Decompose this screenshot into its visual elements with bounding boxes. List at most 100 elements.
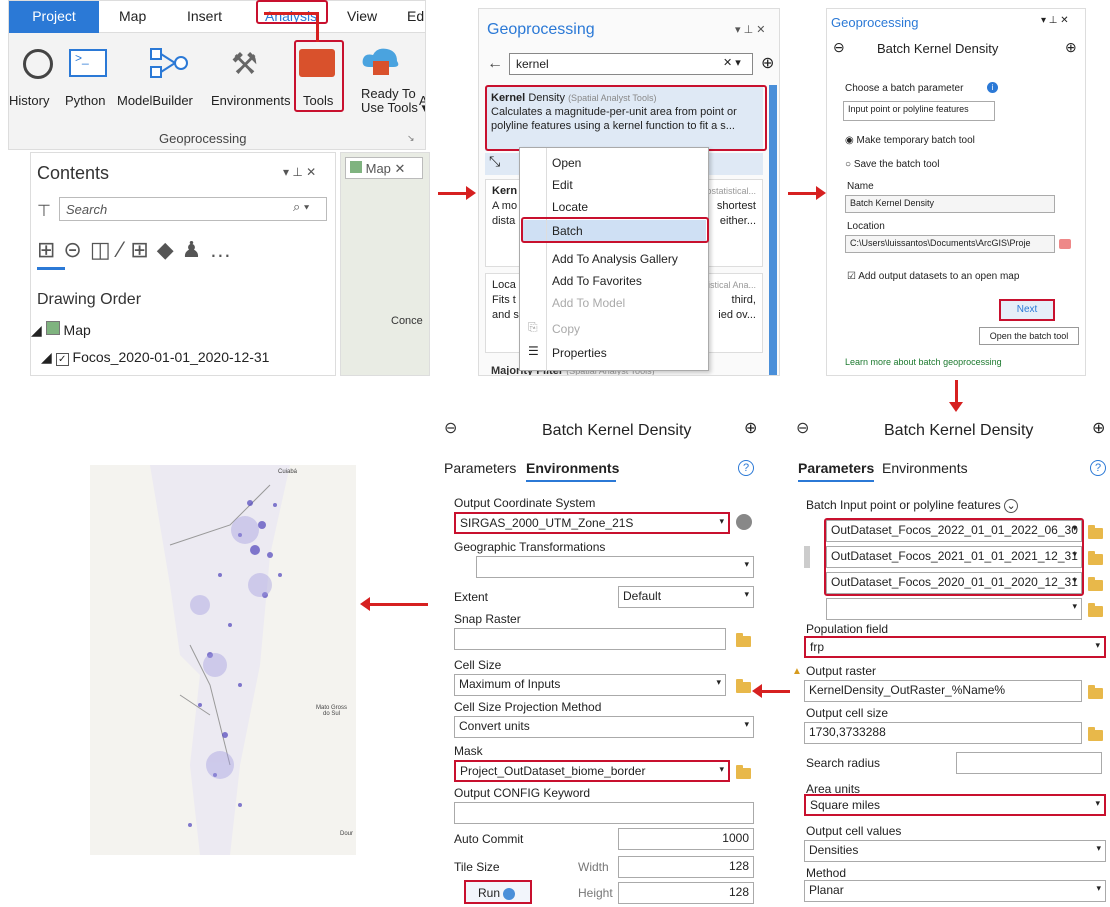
gt-select[interactable]: ▾ [476, 556, 754, 578]
search-input[interactable]: Search [59, 197, 327, 221]
make-temporary-radio[interactable]: ◉ Make temporary batch tool [845, 135, 975, 146]
back-icon[interactable]: ← [487, 55, 503, 73]
width-field[interactable]: 128 [618, 856, 754, 878]
menu-properties[interactable]: Properties [552, 346, 607, 360]
menu-open[interactable]: Open [552, 156, 581, 170]
menu-edit[interactable]: Edit [552, 178, 573, 192]
cell-size-folder-icon[interactable] [736, 679, 751, 693]
cspm-value: Convert units [459, 719, 530, 733]
params-tab-parameters[interactable]: Parameters [798, 460, 874, 476]
name-field[interactable]: Batch Kernel Density [845, 195, 1055, 213]
history-icon [23, 49, 53, 79]
batch-back-icon[interactable]: ⊖ [833, 39, 845, 56]
cell-values-select[interactable]: Densities ▾ [804, 840, 1106, 862]
location-field[interactable]: C:\Users\luissantos\Documents\ArcGIS\Pro… [845, 235, 1055, 253]
menu-add-model[interactable]: Add To Model [552, 296, 625, 310]
modelbuilder-button[interactable]: ModelBuilder [117, 93, 193, 108]
pane-controls[interactable]: ▾ ⊥ ✕ [283, 165, 316, 179]
params-add-icon[interactable]: ⊕ [1092, 418, 1105, 438]
tab-project[interactable]: Project [9, 1, 99, 33]
params-back-icon[interactable]: ⊖ [796, 418, 809, 438]
ready-to-use-tools-button[interactable]: Ready To Use Tools ▾ [361, 87, 425, 115]
layer-checkbox[interactable]: ✓ [55, 353, 69, 366]
population-caret-icon: ▾ [1095, 640, 1100, 650]
map-tab[interactable]: Map ✕ [345, 157, 423, 179]
cell-size-select[interactable]: Maximum of Inputs ▾ [454, 674, 726, 696]
globe-icon[interactable] [736, 514, 752, 530]
layer-tree-item[interactable]: ◢ ✓ Focos_2020-01-01_2020-12-31 [41, 349, 269, 366]
add-icon[interactable]: ⊕ [761, 53, 774, 73]
search-radius-label: Search radius [806, 756, 881, 770]
tool2-subtitle: eostatistical... [701, 186, 756, 196]
tab-view[interactable]: View [347, 8, 377, 24]
params-help-icon[interactable]: ? [1090, 460, 1106, 476]
input-2-folder-icon[interactable] [1088, 551, 1103, 565]
history-button[interactable]: History [9, 93, 49, 108]
location-browse-icon[interactable] [1059, 239, 1071, 249]
geo-scrollbar[interactable] [769, 85, 777, 375]
auto-commit-label: Auto Commit [454, 832, 524, 846]
batch-pane-controls[interactable]: ▾ ⊥ ✕ [1041, 15, 1069, 26]
mask-select[interactable]: Project_OutDataset_biome_border ▾ [454, 760, 730, 782]
menu-add-favorites[interactable]: Add To Favorites [552, 274, 642, 288]
input-empty-folder-icon[interactable] [1088, 603, 1103, 617]
menu-locate[interactable]: Locate [552, 200, 588, 214]
clear-search-icon[interactable]: ✕ ▾ [723, 56, 741, 69]
expand-icon[interactable]: ⌄ [1004, 499, 1019, 513]
cellsize-field[interactable]: 1730,3733288 [804, 722, 1082, 744]
env-add-icon[interactable]: ⊕ [744, 418, 757, 438]
height-field[interactable]: 128 [618, 882, 754, 904]
environments-button[interactable]: Environments [211, 93, 290, 108]
input-drag-handle[interactable] [804, 546, 810, 568]
population-select[interactable]: frp ▾ [804, 636, 1106, 658]
ocs-label: Output Coordinate System [454, 496, 596, 510]
filter-icon[interactable]: ⊤ [37, 201, 51, 221]
run-button[interactable]: Run [464, 880, 532, 904]
area-units-select[interactable]: Square miles ▾ [804, 794, 1106, 816]
batch-add-icon[interactable]: ⊕ [1065, 39, 1077, 56]
add-output-checkbox[interactable]: ☑ Add output datasets to an open map [847, 271, 1019, 282]
tab-edit[interactable]: Edi [407, 8, 425, 24]
input-1-folder-icon[interactable] [1088, 525, 1103, 539]
env-tab-parameters[interactable]: Parameters [444, 460, 516, 476]
method-select[interactable]: Planar ▾ [804, 880, 1106, 902]
extent-select[interactable]: Default ▾ [618, 586, 754, 608]
ocs-select[interactable]: SIRGAS_2000_UTM_Zone_21S ▾ [454, 512, 730, 534]
geo-pane-controls[interactable]: ▾ ⊥ ✕ [735, 23, 765, 36]
geo-search-input[interactable]: kernel [509, 53, 753, 75]
environments-pane: ⊖ Batch Kernel Density ⊕ Parameters Envi… [438, 414, 768, 882]
geo-pane-title: Geoprocessing [487, 21, 595, 38]
env-tab-environments[interactable]: Environments [526, 460, 619, 476]
env-back-icon[interactable]: ⊖ [444, 418, 457, 438]
config-field[interactable] [454, 802, 754, 824]
tool2-desc2: dista [492, 215, 516, 227]
output-raster-folder-icon[interactable] [1088, 685, 1103, 699]
menu-add-analysis-gallery[interactable]: Add To Analysis Gallery [552, 252, 678, 266]
contents-view-icons[interactable]: ⊞⊝◫⁄⊞◆♟… [37, 237, 239, 263]
input-3-folder-icon[interactable] [1088, 577, 1103, 591]
mask-folder-icon[interactable] [736, 765, 751, 779]
search-radius-field[interactable] [956, 752, 1102, 774]
params-tab-environments[interactable]: Environments [882, 460, 968, 476]
env-help-icon[interactable]: ? [738, 460, 754, 476]
snap-raster-field[interactable] [454, 628, 726, 650]
cellsize-folder-icon[interactable] [1088, 727, 1103, 741]
next-button[interactable]: Next [999, 299, 1055, 321]
search-icon[interactable]: ⌕ ▾ [293, 199, 309, 215]
output-raster-field[interactable]: KernelDensity_OutRaster_%Name% [804, 680, 1082, 702]
map-tree-item[interactable]: ◢ Map [31, 321, 91, 339]
learn-more-link[interactable]: Learn more about batch geoprocessing [845, 357, 1002, 367]
batch-parameter-select[interactable]: Input point or polyline features [843, 101, 995, 121]
python-button[interactable]: Python [65, 93, 105, 108]
save-batch-radio[interactable]: ○ Save the batch tool [845, 159, 939, 170]
input-row-empty[interactable]: ▾ [826, 598, 1082, 620]
auto-commit-field[interactable]: 1000 [618, 828, 754, 850]
group-launcher-icon[interactable]: ↘ [407, 133, 415, 144]
tab-map[interactable]: Map [119, 8, 146, 24]
tool3-name: Loca [492, 279, 516, 291]
menu-copy[interactable]: Copy [552, 322, 580, 336]
cspm-select[interactable]: Convert units ▾ [454, 716, 754, 738]
snap-raster-folder-icon[interactable] [736, 633, 751, 647]
tab-insert[interactable]: Insert [187, 8, 222, 24]
run-icon [503, 887, 516, 900]
